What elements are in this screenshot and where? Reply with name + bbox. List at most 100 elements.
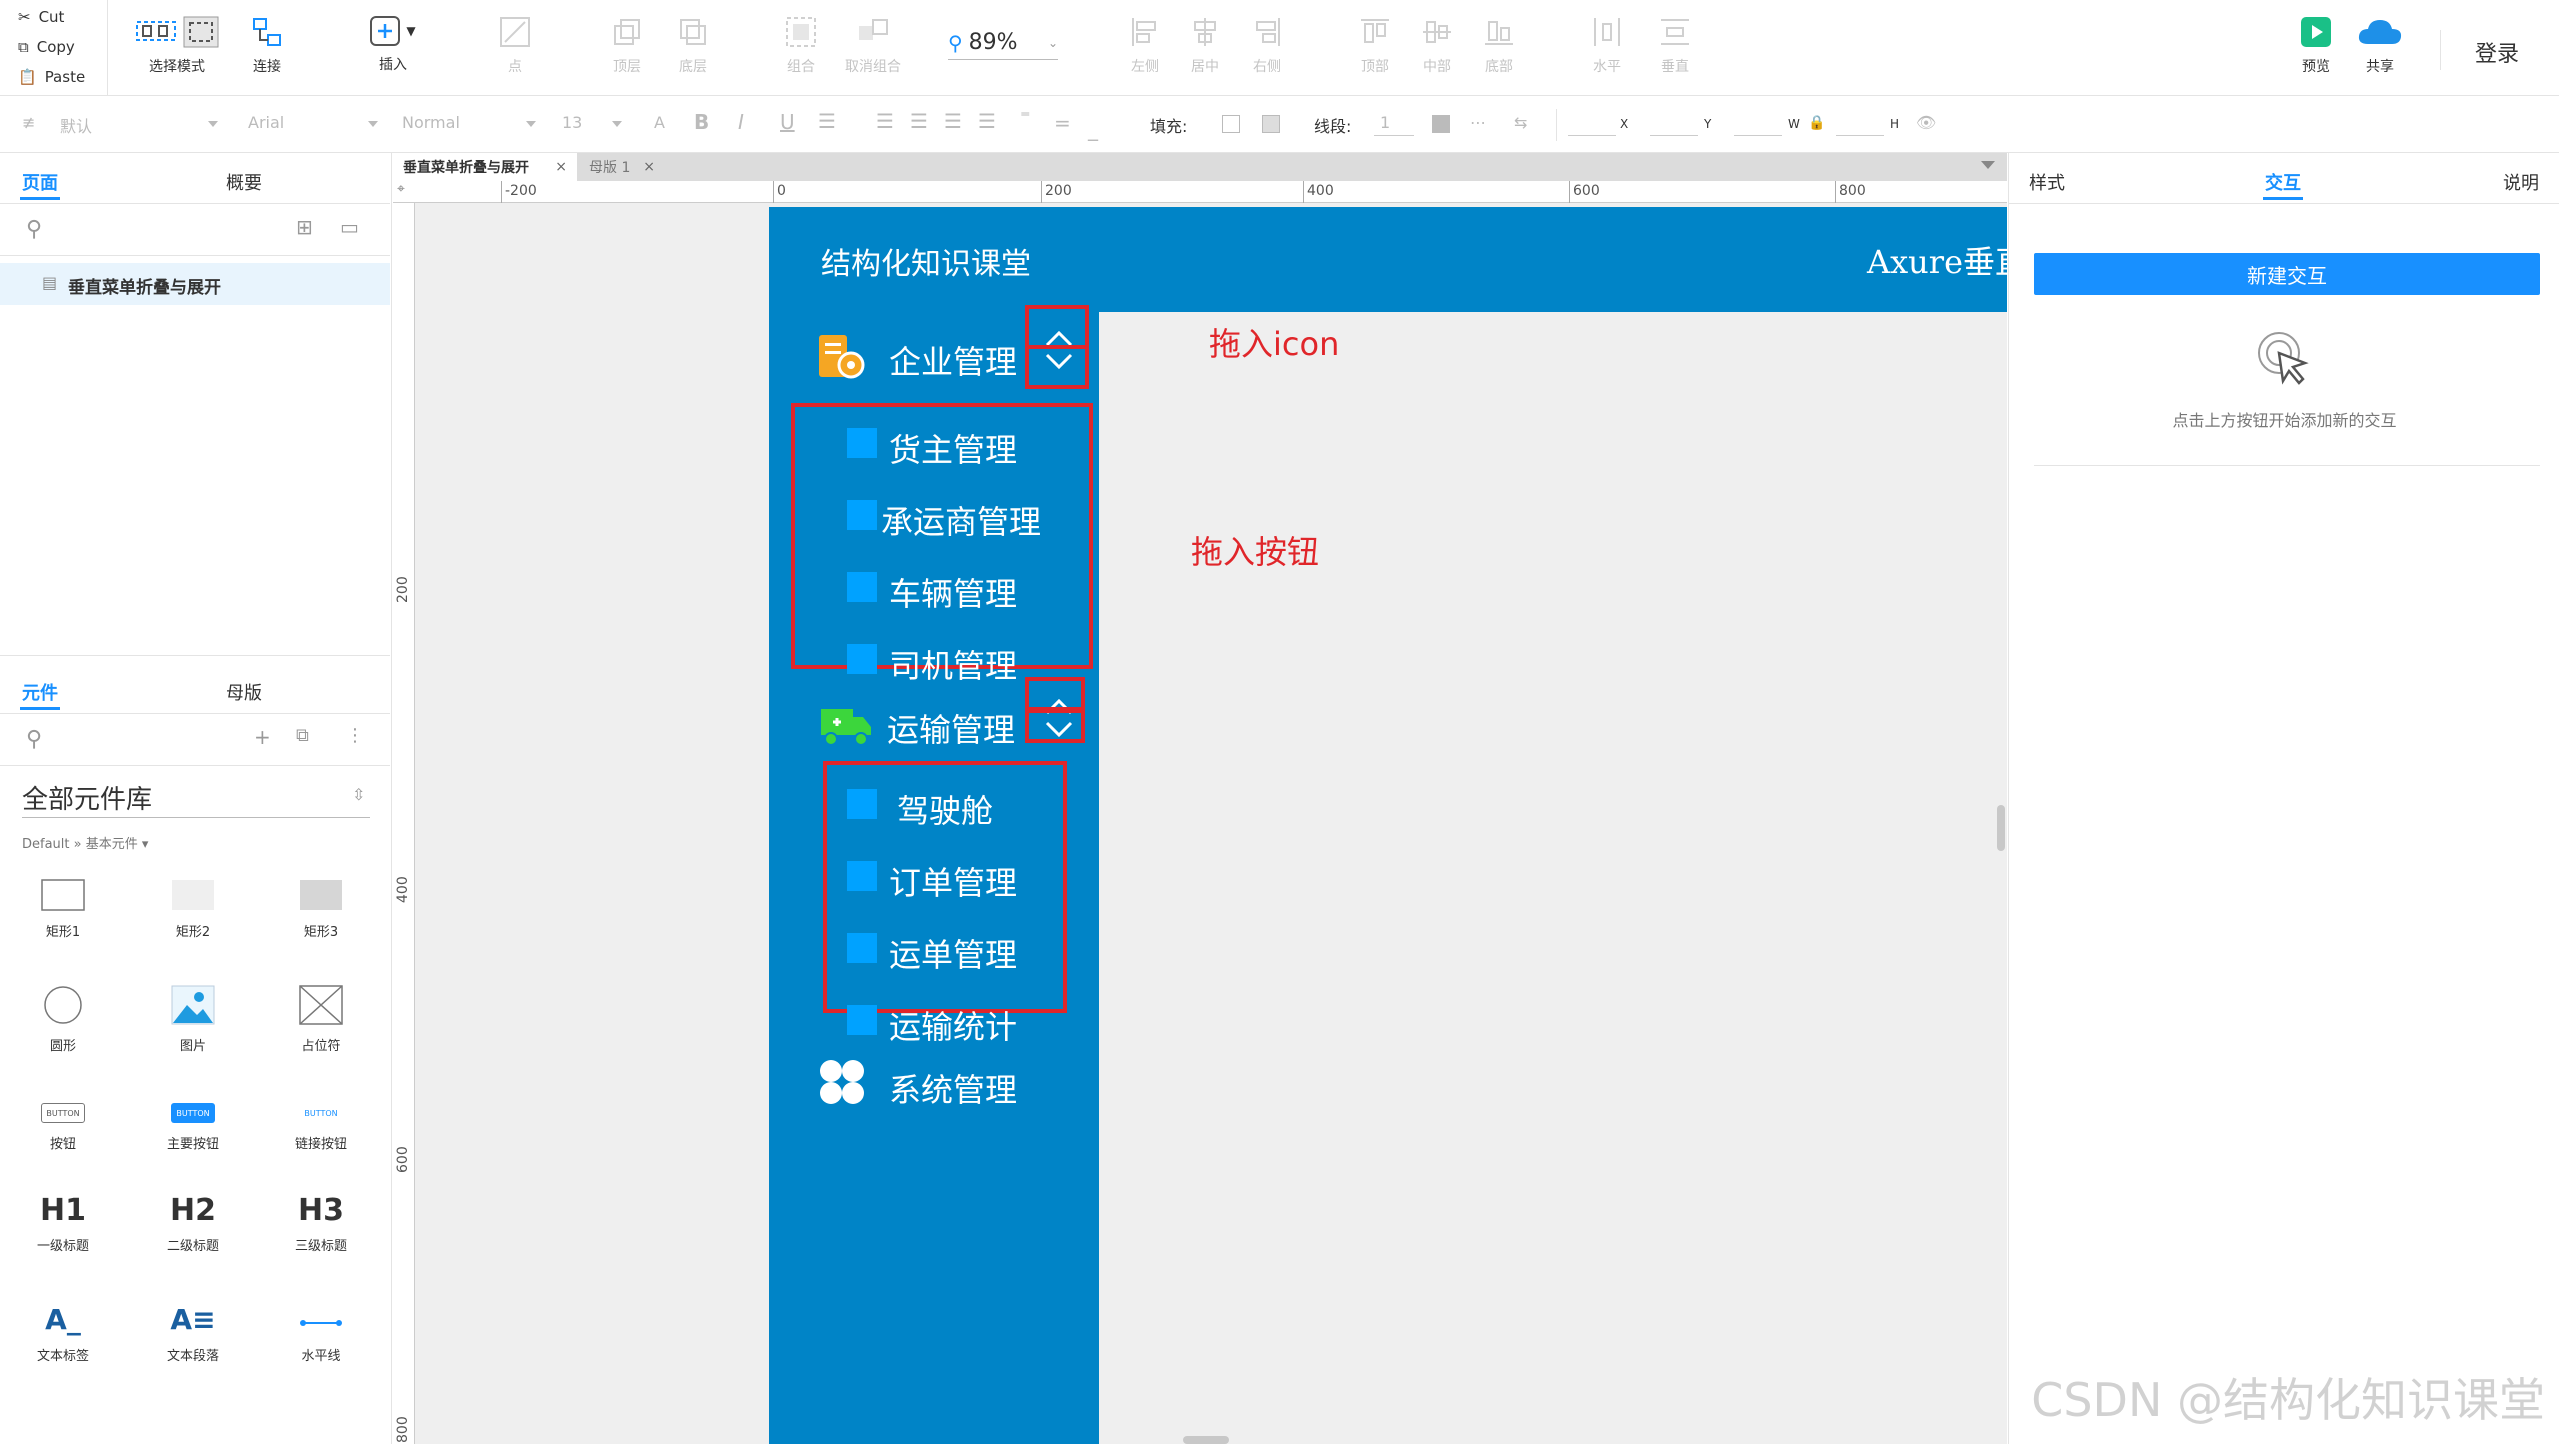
italic-icon[interactable]: I [738, 110, 744, 134]
connect-button[interactable]: 连接 [222, 16, 312, 76]
tab-pages[interactable]: 页面 [22, 169, 58, 195]
paste-button[interactable]: 📋 Paste [18, 68, 85, 86]
widget-text-paragraph[interactable]: A≡ 文本段落 [138, 1303, 248, 1364]
fill-image-swatch[interactable] [1262, 115, 1280, 133]
style-select[interactable]: 默认 [60, 113, 92, 137]
select-underline [22, 817, 370, 818]
align-right-button[interactable]: 右侧 [1222, 16, 1312, 76]
widget-h3[interactable]: H3 三级标题 [266, 1193, 376, 1254]
submenu-cockpit[interactable]: 驾驶舱 [897, 786, 993, 832]
more-icon[interactable]: ⋮ [346, 725, 364, 746]
widget-link-button[interactable]: BUTTON 链接按钮 [266, 1103, 376, 1153]
close-icon[interactable]: × [643, 159, 655, 175]
align-text-center-icon[interactable]: ☰ [910, 109, 928, 133]
add-library-icon[interactable]: + [254, 725, 271, 749]
select-mode-button[interactable]: 选择模式 [132, 16, 222, 76]
library-path[interactable]: Default » 基本元件 ▾ [22, 833, 148, 852]
send-to-bottom-button[interactable]: 底层 [648, 16, 738, 76]
point-button[interactable]: 点 [470, 16, 560, 76]
submenu-driver[interactable]: 司机管理 [889, 641, 1017, 687]
align-text-left-icon[interactable]: ☰ [876, 109, 894, 133]
widget-rect3[interactable]: 矩形3 [266, 879, 376, 940]
bullet-list-icon[interactable]: ☰ [818, 109, 836, 133]
submenu-waybill[interactable]: 运单管理 [889, 930, 1017, 976]
align-text-right-icon[interactable]: ☰ [944, 109, 962, 133]
widget-rect2[interactable]: 矩形2 [138, 879, 248, 940]
tab-outline[interactable]: 概要 [226, 169, 262, 195]
distribute-vertical-button[interactable]: 垂直 [1630, 16, 1720, 76]
h-input[interactable] [1836, 135, 1884, 136]
share-button[interactable]: 共享 [2340, 16, 2420, 76]
align-text-justify-icon[interactable]: ☰ [978, 109, 996, 133]
valign-top-icon[interactable]: ⁼ [1020, 105, 1031, 129]
valign-bottom-icon[interactable]: _ [1088, 117, 1098, 141]
vertical-scrollbar[interactable] [1997, 805, 2005, 851]
library-manage-icon[interactable]: ⧉ [296, 725, 309, 746]
stroke-pattern-icon[interactable]: ⋯ [1470, 113, 1486, 132]
font-select[interactable]: Arial [248, 113, 284, 132]
widget-horizontal-line[interactable]: 水平线 [266, 1303, 376, 1364]
submenu-shipper[interactable]: 货主管理 [889, 425, 1017, 471]
tab-masters[interactable]: 母版 [226, 679, 262, 705]
cut-button[interactable]: ✂ Cut [18, 8, 64, 26]
login-link[interactable]: 登录 [2475, 36, 2519, 68]
valign-middle-icon[interactable]: = [1054, 111, 1071, 135]
widget-image[interactable]: 图片 [138, 985, 248, 1054]
menu-system[interactable]: 系统管理 [889, 1065, 1017, 1111]
widget-h2[interactable]: H2 二级标题 [138, 1193, 248, 1254]
y-input[interactable] [1650, 135, 1698, 136]
tab-style[interactable]: 样式 [2029, 169, 2065, 195]
new-interaction-button[interactable]: 新建交互 [2034, 253, 2540, 295]
image-icon [171, 985, 215, 1025]
widget-primary-button[interactable]: BUTTON 主要按钮 [138, 1103, 248, 1152]
menu-transport[interactable]: 运输管理 [887, 705, 1015, 751]
widget-button[interactable]: BUTTON 按钮 [8, 1103, 118, 1152]
search-icon[interactable]: ⚲ [26, 727, 42, 752]
fill-color-swatch[interactable] [1222, 115, 1240, 133]
widget-circle[interactable]: 圆形 [8, 985, 118, 1054]
submenu-order[interactable]: 订单管理 [889, 858, 1017, 904]
submenu-carrier[interactable]: 承运商管理 [881, 497, 1041, 543]
font-weight-select[interactable]: Normal [402, 113, 460, 132]
add-page-icon[interactable]: ⊞ [296, 215, 313, 239]
design-header[interactable]: 结构化知识课堂 Axure垂直 [769, 207, 2007, 312]
widget-rect1[interactable]: 矩形1 [8, 879, 118, 940]
copy-button[interactable]: ⧉ Copy [18, 38, 75, 56]
folder-icon[interactable]: ▭ [340, 215, 359, 239]
w-input[interactable] [1734, 135, 1782, 136]
horizontal-scrollbar[interactable] [1183, 1436, 1229, 1444]
widget-text-label[interactable]: A_ 文本标签 [8, 1303, 118, 1364]
font-color-icon[interactable]: A [654, 113, 665, 132]
ungroup-button[interactable]: 取消组合 [828, 16, 918, 76]
ruler-tick [1835, 181, 1836, 203]
arrow-style-icon[interactable]: ⇆ [1514, 113, 1527, 132]
page-item[interactable]: ▤ 垂直菜单折叠与展开 [0, 263, 390, 305]
underline-icon[interactable]: U [780, 110, 795, 134]
doc-tab-page[interactable]: 垂直菜单折叠与展开 × [393, 153, 577, 181]
zoom-selector[interactable]: ⚲ 89% ⌄ [948, 26, 1058, 60]
widget-h1[interactable]: H1 一级标题 [8, 1193, 118, 1254]
menu-enterprise[interactable]: 企业管理 [889, 337, 1017, 383]
stroke-width-input[interactable]: 1 [1380, 113, 1390, 132]
align-bottom-button[interactable]: 底部 [1454, 16, 1544, 76]
x-input[interactable] [1568, 135, 1616, 136]
widget-placeholder[interactable]: 占位符 [266, 985, 376, 1054]
tabs-dropdown-icon[interactable] [1981, 161, 1995, 169]
insert-button[interactable]: ▼ 插入 [348, 16, 438, 74]
canvas-area[interactable]: 垂直菜单折叠与展开 × 母版 1 × ⌖ -200 0 200 400 600 … [393, 153, 2007, 1444]
lock-icon[interactable]: 🔒 [1808, 115, 1825, 131]
design-content[interactable] [1099, 312, 2007, 1444]
doc-tab-master[interactable]: 母版 1 × [579, 153, 665, 181]
font-size-select[interactable]: 13 [562, 113, 582, 132]
submenu-stats[interactable]: 运输统计 [889, 1002, 1017, 1048]
stroke-color-swatch[interactable] [1432, 115, 1450, 133]
bold-icon[interactable]: B [694, 110, 709, 134]
search-icon[interactable]: ⚲ [26, 217, 42, 242]
tab-notes[interactable]: 说明 [2503, 169, 2539, 195]
submenu-vehicle[interactable]: 车辆管理 [889, 569, 1017, 615]
tab-interaction[interactable]: 交互 [2265, 169, 2301, 195]
tab-widgets[interactable]: 元件 [22, 679, 58, 705]
close-icon[interactable]: × [555, 159, 567, 175]
library-select[interactable]: 全部元件库 [22, 779, 152, 816]
eye-icon[interactable]: 👁 [1916, 113, 1936, 132]
